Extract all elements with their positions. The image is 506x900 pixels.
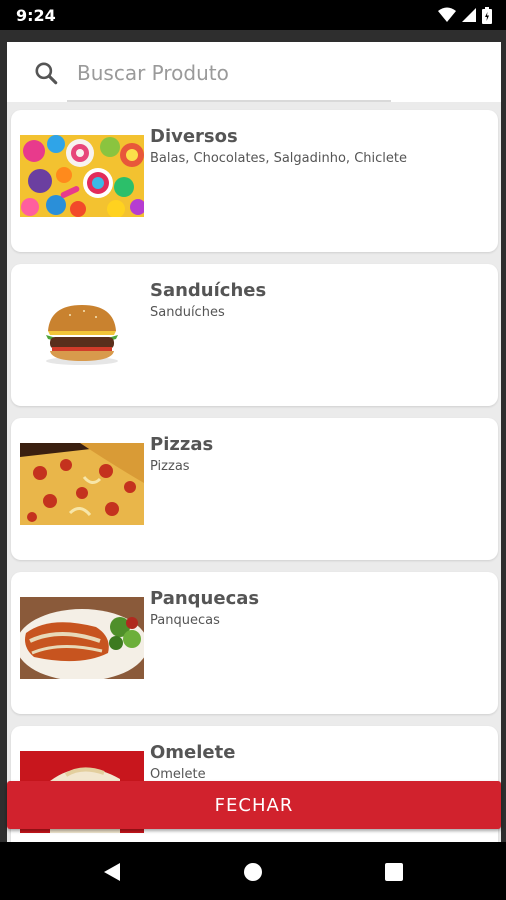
battery-icon bbox=[482, 6, 492, 24]
category-subtitle: Sanduíches bbox=[150, 305, 225, 320]
search-input[interactable]: Buscar Produto bbox=[77, 61, 229, 85]
recents-icon[interactable] bbox=[382, 860, 406, 884]
burger-image bbox=[20, 289, 144, 371]
search-icon[interactable] bbox=[33, 60, 59, 86]
navigation-bar bbox=[0, 842, 506, 900]
candy-image bbox=[20, 135, 144, 217]
category-title: Sanduíches bbox=[150, 280, 267, 301]
category-subtitle: Omelete bbox=[150, 767, 206, 782]
home-icon[interactable] bbox=[241, 860, 265, 884]
category-title: Pizzas bbox=[150, 434, 214, 455]
category-card-pizzas[interactable]: Pizzas Pizzas bbox=[11, 418, 498, 560]
category-card-sanduiches[interactable]: Sanduíches Sanduíches bbox=[11, 264, 498, 406]
pizza-image bbox=[20, 443, 144, 525]
category-title: Omelete bbox=[150, 742, 236, 763]
status-bar: 9:24 bbox=[0, 0, 506, 30]
category-card-diversos[interactable]: Diversos Balas, Chocolates, Salgadinho, … bbox=[11, 110, 498, 252]
close-button[interactable]: FECHAR bbox=[7, 781, 501, 829]
category-subtitle: Pizzas bbox=[150, 459, 190, 474]
category-card-panquecas[interactable]: Panquecas Panquecas bbox=[11, 572, 498, 714]
signal-icon bbox=[462, 8, 476, 22]
category-list[interactable]: Diversos Balas, Chocolates, Salgadinho, … bbox=[7, 102, 501, 842]
status-icons bbox=[438, 6, 492, 24]
screen-backdrop: Buscar Produto Diversos Balas, Chocolate… bbox=[0, 30, 506, 842]
category-dialog: Buscar Produto Diversos Balas, Chocolate… bbox=[7, 42, 501, 842]
category-subtitle: Balas, Chocolates, Salgadinho, Chiclete bbox=[150, 151, 407, 166]
status-time: 9:24 bbox=[16, 6, 56, 25]
wifi-icon bbox=[438, 7, 456, 22]
category-title: Panquecas bbox=[150, 588, 260, 609]
search-bar[interactable]: Buscar Produto bbox=[7, 42, 501, 102]
category-title: Diversos bbox=[150, 126, 238, 147]
category-subtitle: Panquecas bbox=[150, 613, 220, 628]
pancake-image bbox=[20, 597, 144, 679]
back-icon[interactable] bbox=[100, 860, 124, 884]
